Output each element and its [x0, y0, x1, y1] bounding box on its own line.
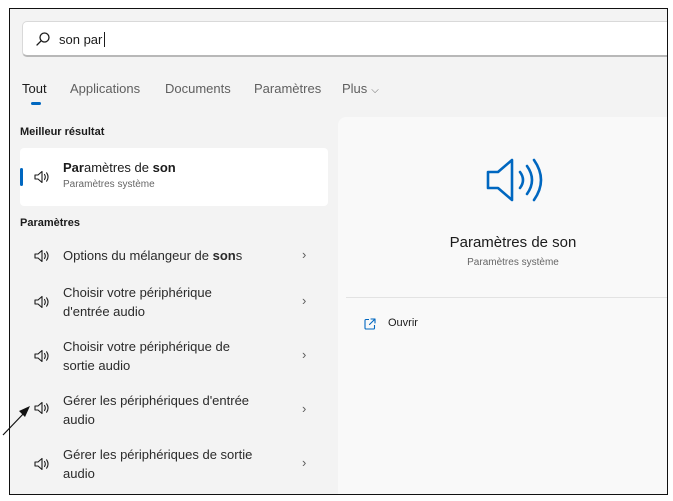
speaker-icon: [34, 249, 49, 263]
chevron-down-icon: ⌵: [371, 85, 379, 96]
tab-parametres[interactable]: Paramètres: [254, 81, 321, 96]
text-caret: [104, 32, 106, 47]
list-item[interactable]: Gérer les périphériques d'entrée audio ›: [20, 389, 328, 433]
best-match-heading: Meilleur résultat: [20, 126, 105, 138]
list-item-label: Choisir votre périphérique d'entrée audi…: [63, 285, 212, 319]
best-match-item[interactable]: Paramètres de son Paramètres système: [20, 148, 328, 206]
open-action[interactable]: Ouvrir: [388, 317, 418, 329]
list-item[interactable]: Choisir votre périphérique d'entrée audi…: [20, 281, 328, 325]
settings-heading: Paramètres: [20, 217, 80, 229]
tab-tout[interactable]: Tout: [22, 81, 47, 96]
active-tab-indicator: [31, 102, 41, 105]
list-item[interactable]: Choisir votre périphérique de sortie aud…: [20, 335, 328, 379]
speaker-icon: [34, 349, 49, 363]
list-item[interactable]: Gérer les périphériques de sortie audio …: [20, 443, 328, 487]
tab-plus-label: Plus: [342, 81, 368, 96]
chevron-right-icon: ›: [302, 401, 307, 416]
preview-subtitle: Paramètres système: [467, 257, 559, 268]
selection-indicator: [20, 168, 23, 186]
best-match-title: Paramètres de son: [63, 160, 176, 175]
divider: [346, 297, 667, 298]
chevron-right-icon: ›: [302, 293, 307, 308]
preview-title: Paramètres de son: [449, 234, 577, 251]
chevron-right-icon: ›: [302, 455, 307, 470]
chevron-right-icon: ›: [302, 347, 307, 362]
open-external-icon[interactable]: [364, 318, 376, 330]
chevron-right-icon: ›: [302, 247, 307, 262]
annotation-arrow: [2, 406, 30, 436]
speaker-icon: [34, 170, 49, 184]
preview-pane: Paramètres de son Paramètres système Ouv…: [338, 117, 667, 494]
tab-applications[interactable]: Applications: [70, 81, 140, 96]
search-flyout: son par Tout Applications Documents Para…: [9, 8, 668, 495]
list-item-label: Gérer les périphériques d'entrée audio: [63, 393, 250, 427]
list-item[interactable]: Options du mélangeur de sons ›: [20, 239, 328, 273]
search-icon: [36, 32, 50, 46]
list-item-label: Gérer les périphériques de sortie audio: [63, 447, 253, 481]
best-match-subtitle: Paramètres système: [63, 179, 155, 190]
speaker-icon: [34, 295, 49, 309]
list-item-label: Choisir votre périphérique de sortie aud…: [63, 339, 230, 373]
tab-plus[interactable]: Plus ⌵: [342, 81, 379, 96]
tab-documents[interactable]: Documents: [165, 81, 231, 96]
search-input[interactable]: son par: [59, 32, 106, 47]
speaker-icon: [486, 158, 543, 202]
search-box[interactable]: son par: [22, 21, 667, 57]
speaker-icon: [34, 457, 49, 471]
list-item-label: Options du mélangeur de sons: [63, 248, 243, 263]
